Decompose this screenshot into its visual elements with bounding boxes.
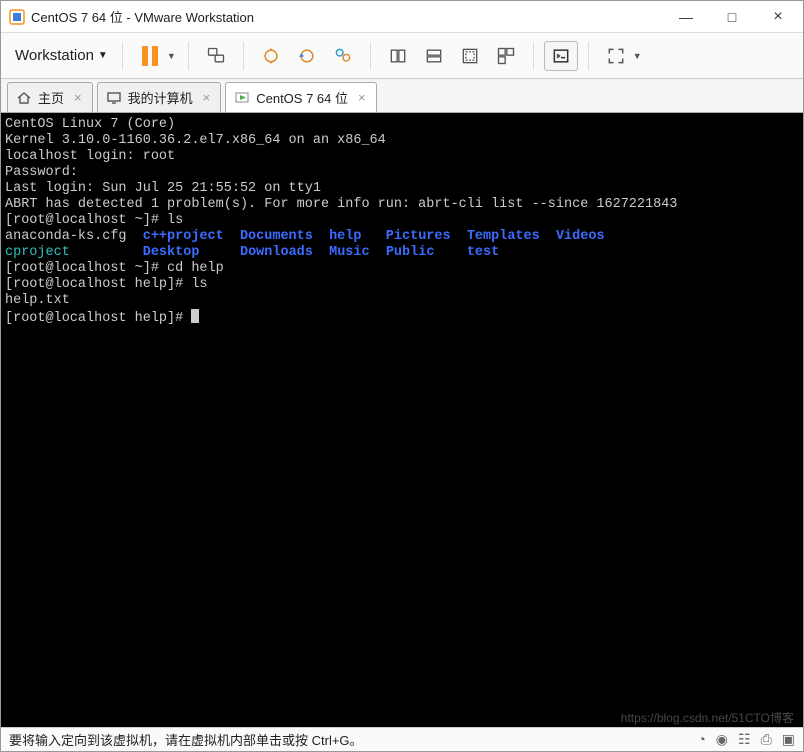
snapshot-button[interactable] <box>254 41 288 71</box>
revert-snapshot-button[interactable] <box>290 41 324 71</box>
chevron-down-icon: ▼ <box>98 50 108 61</box>
separator <box>243 42 244 70</box>
separator <box>122 42 123 70</box>
view-thumbnail-icon <box>460 46 480 66</box>
close-button[interactable]: × <box>755 1 801 33</box>
minimize-button[interactable]: — <box>663 1 709 33</box>
fullscreen-dropdown[interactable]: ▼ <box>633 51 642 61</box>
toolbar: Workstation ▼ ▼ <box>1 33 803 79</box>
fullscreen-button[interactable] <box>599 41 633 71</box>
workstation-menu[interactable]: Workstation ▼ <box>11 43 112 68</box>
status-bar: 要将输入定向到该虚拟机，请在虚拟机内部单击或按 Ctrl+G。 ◔ ◉ ☷ ⎙ … <box>1 727 803 751</box>
view-tabs-button[interactable] <box>417 41 451 71</box>
tab-home[interactable]: 主页 × <box>7 82 93 112</box>
view-tabs-icon <box>424 46 444 66</box>
tab-label: CentOS 7 64 位 <box>256 88 348 107</box>
view-unity-icon <box>496 46 516 66</box>
device-usb-icon[interactable]: ⎙ <box>761 731 772 748</box>
snapshots-icon <box>333 46 353 66</box>
tab-close-icon[interactable]: × <box>203 90 211 105</box>
workstation-menu-label: Workstation <box>15 47 94 64</box>
separator <box>588 42 589 70</box>
tab-my-computer[interactable]: 我的计算机 × <box>97 82 222 112</box>
pause-dropdown[interactable]: ▼ <box>167 51 176 61</box>
home-icon <box>16 90 32 106</box>
tab-close-icon[interactable]: × <box>358 90 366 105</box>
snapshot-icon <box>261 46 281 66</box>
manage-snapshots-button[interactable] <box>326 41 360 71</box>
keyboard-icon <box>206 46 226 66</box>
window-title: CentOS 7 64 位 - VMware Workstation <box>31 7 254 26</box>
tab-bar: 主页 × 我的计算机 × CentOS 7 64 位 × <box>1 79 803 113</box>
status-icons: ◔ ◉ ☷ ⎙ ▣ <box>697 731 795 748</box>
view-unity-button[interactable] <box>489 41 523 71</box>
revert-icon <box>297 46 317 66</box>
send-ctrl-alt-del-button[interactable] <box>199 41 233 71</box>
monitor-icon <box>106 90 122 106</box>
view-single-button[interactable] <box>381 41 415 71</box>
tab-label: 我的计算机 <box>128 88 193 107</box>
window-titlebar: CentOS 7 64 位 - VMware Workstation — □ × <box>1 1 803 33</box>
console-icon <box>551 46 571 66</box>
console-view-button[interactable] <box>544 41 578 71</box>
device-network-icon[interactable]: ☷ <box>738 731 751 748</box>
pause-icon <box>142 46 158 66</box>
device-sound-icon[interactable]: ▣ <box>782 731 795 748</box>
maximize-button[interactable]: □ <box>709 1 755 33</box>
view-thumbnail-button[interactable] <box>453 41 487 71</box>
device-disk-icon[interactable]: ◔ <box>697 731 705 748</box>
status-text: 要将输入定向到该虚拟机，请在虚拟机内部单击或按 Ctrl+G。 <box>9 730 363 749</box>
separator <box>370 42 371 70</box>
app-icon <box>9 9 25 25</box>
fullscreen-icon <box>606 46 626 66</box>
view-single-icon <box>388 46 408 66</box>
terminal[interactable]: CentOS Linux 7 (Core)Kernel 3.10.0-1160.… <box>1 113 803 727</box>
tab-close-icon[interactable]: × <box>74 90 82 105</box>
tab-centos[interactable]: CentOS 7 64 位 × <box>225 82 376 112</box>
vm-icon <box>234 90 250 106</box>
pause-button[interactable] <box>133 41 167 71</box>
device-cd-icon[interactable]: ◉ <box>716 731 728 748</box>
tab-label: 主页 <box>38 88 64 107</box>
separator <box>188 42 189 70</box>
separator <box>533 42 534 70</box>
